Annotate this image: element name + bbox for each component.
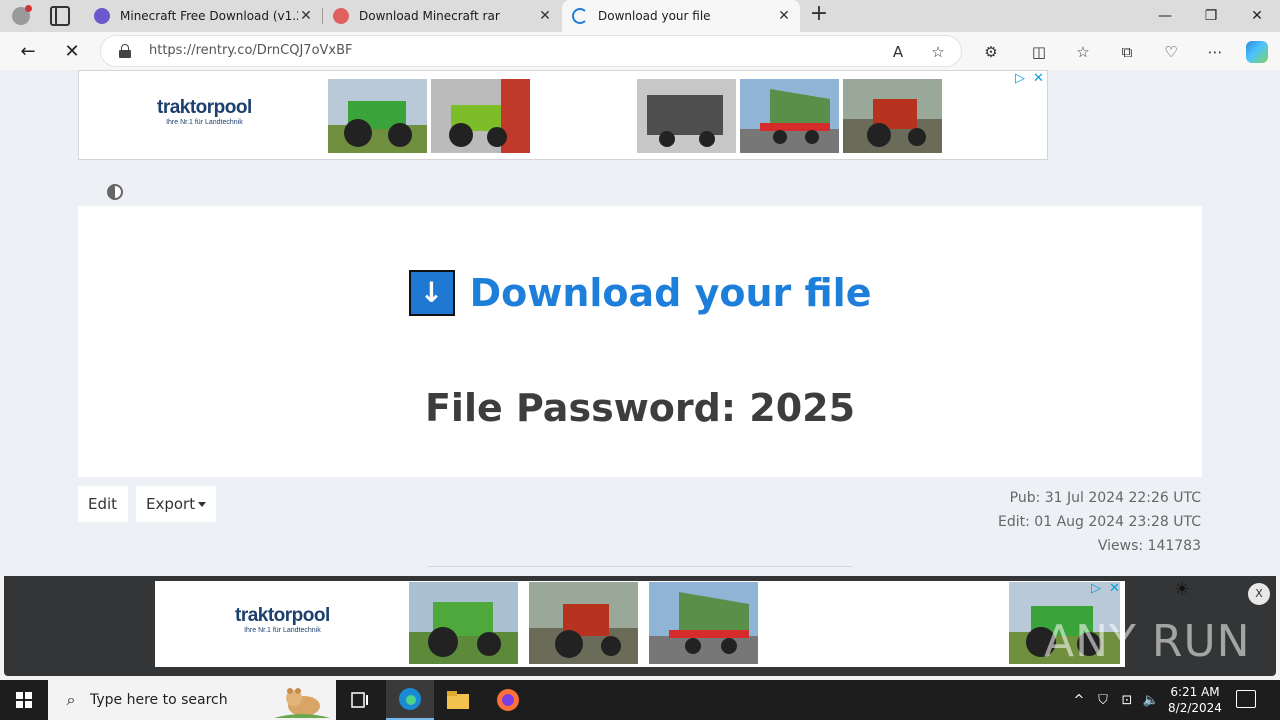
file-password-heading: File Password: 2025 [424,386,856,430]
restore-button[interactable]: ❐ [1188,0,1234,32]
close-window-button[interactable]: ✕ [1234,0,1280,32]
minimize-button[interactable]: — [1142,0,1188,32]
show-hidden-icons[interactable]: ^ [1068,680,1090,720]
browser-essentials-icon[interactable]: ♡ [1160,41,1182,63]
favorites-icon[interactable]: ☆ [1072,41,1094,63]
profile-avatar[interactable] [8,4,34,28]
export-dropdown-button[interactable]: Export [136,486,216,522]
tab-title: Download Minecraft rar [359,9,500,23]
system-clock[interactable]: 6:21 AM 8/2/2024 [1164,684,1226,716]
anyrun-watermark: ANY RUN [1044,616,1251,667]
new-tab-button[interactable]: + [808,3,830,26]
back-button[interactable]: ← [14,37,42,65]
download-link[interactable]: Download your file [470,271,872,315]
traktorpool-logo[interactable]: traktorpool Ihre Nr.1 für Landtechnik [157,97,252,126]
address-bar-row: ← ✕ https://rentry.co/DrnCQJ7oVxBF A ☆ ⚙… [0,32,1280,70]
download-arrow-icon[interactable]: ↓ [408,270,455,316]
close-ad-button[interactable]: X [1248,583,1270,605]
page-content: traktorpool Ihre Nr.1 für Landtechnik ▷ … [0,70,1280,576]
tab-close-icon[interactable]: ✕ [776,8,792,24]
divider [428,566,852,567]
site-favicon-icon [333,8,349,24]
traktorpool-logo[interactable]: traktorpool Ihre Nr.1 für Landtechnik [235,605,330,634]
windows-taskbar: ⌕ Type here to search ^ ⛉ ⊡ 🔈 6:21 AM 8/… [0,680,1280,720]
loader-photo[interactable] [431,79,530,153]
tab-close-icon[interactable]: ✕ [298,8,314,24]
tab-minecraft-free-download[interactable]: Minecraft Free Download (v1.20.4 ✕ [84,0,322,32]
security-icon[interactable]: ⛉ [1092,680,1114,720]
adchoices-icon[interactable]: ▷ [1091,581,1101,596]
published-date: Pub: 31 Jul 2024 22:26 UTC [1009,490,1201,506]
tipper-trailer-photo[interactable] [649,582,758,664]
windows-logo-icon [16,692,32,708]
edit-button[interactable]: Edit [78,486,128,522]
address-bar[interactable]: https://rentry.co/DrnCQJ7oVxBF A ☆ [100,35,962,67]
search-highlight-icon [274,688,330,718]
trailer-photo[interactable] [637,79,736,153]
caret-down-icon [198,501,207,507]
paste-content-card: ↓ Download your file File Password: 2025 [78,206,1202,477]
theme-toggle-icon[interactable] [107,184,123,200]
collections-icon[interactable]: ⧉ [1116,41,1138,63]
red-tractor-photo[interactable] [529,582,638,664]
task-view-icon[interactable] [336,680,384,720]
loading-spinner-icon [572,8,588,24]
network-icon[interactable]: ⊡ [1116,680,1138,720]
volume-icon[interactable]: 🔈 [1140,680,1162,720]
tab-download-minecraft-rar[interactable]: Download Minecraft rar ✕ [323,0,561,32]
ad-close-icon[interactable]: ✕ [1109,581,1120,596]
adchoices-icon[interactable]: ▷ [1015,71,1025,86]
search-placeholder: Type here to search [90,692,228,708]
stop-loading-button[interactable]: ✕ [58,37,86,65]
taskbar-search[interactable]: ⌕ Type here to search [48,680,336,720]
tab-bar: Minecraft Free Download (v1.20.4 ✕ Downl… [0,0,1280,32]
settings-more-icon[interactable]: ⋯ [1204,41,1226,63]
split-screen-icon[interactable]: ◫ [1028,41,1050,63]
tab-close-icon[interactable]: ✕ [537,8,553,24]
file-explorer-icon[interactable] [434,680,482,720]
bottom-banner-ad[interactable]: traktorpool Ihre Nr.1 für Landtechnik ▷ … [155,581,1125,667]
tractor-photo[interactable] [328,79,427,153]
notifications-icon[interactable] [1236,690,1256,708]
sun-icon: ☀ [1174,579,1191,600]
download-heading[interactable]: ↓ Download your file [78,270,1202,316]
url-text[interactable]: https://rentry.co/DrnCQJ7oVxBF [149,43,353,58]
clock-time: 6:21 AM [1170,685,1220,699]
green-tractor-photo[interactable] [409,582,518,664]
edited-date: Edit: 01 Aug 2024 23:28 UTC [998,514,1201,530]
avatar-icon [12,5,32,25]
clock-date: 8/2/2024 [1168,701,1222,715]
tab-title: Minecraft Free Download (v1.20.4 [120,9,298,23]
start-button[interactable] [0,680,48,720]
red-tractor-photo[interactable] [843,79,942,153]
tab-title: Download your file [598,9,711,23]
firefox-icon[interactable] [484,680,532,720]
favorite-star-icon[interactable]: ☆ [927,41,949,63]
ad-close-icon[interactable]: ✕ [1033,71,1044,86]
tab-actions-icon[interactable] [50,6,70,26]
top-banner-ad[interactable]: traktorpool Ihre Nr.1 für Landtechnik ▷ … [78,70,1048,160]
search-icon: ⌕ [66,690,76,709]
read-aloud-icon[interactable]: A [887,41,909,63]
site-favicon-icon [94,8,110,24]
lock-icon[interactable] [119,44,131,58]
extensions-icon[interactable]: ⚙ [980,41,1002,63]
edge-taskbar-icon[interactable] [386,680,434,720]
tipper-trailer-photo[interactable] [740,79,839,153]
tab-download-your-file[interactable]: Download your file ✕ [562,0,800,32]
copilot-icon[interactable] [1246,41,1268,63]
bottom-sticky-ad: traktorpool Ihre Nr.1 für Landtechnik ▷ … [4,576,1276,676]
view-count: Views: 141783 [1097,538,1201,554]
